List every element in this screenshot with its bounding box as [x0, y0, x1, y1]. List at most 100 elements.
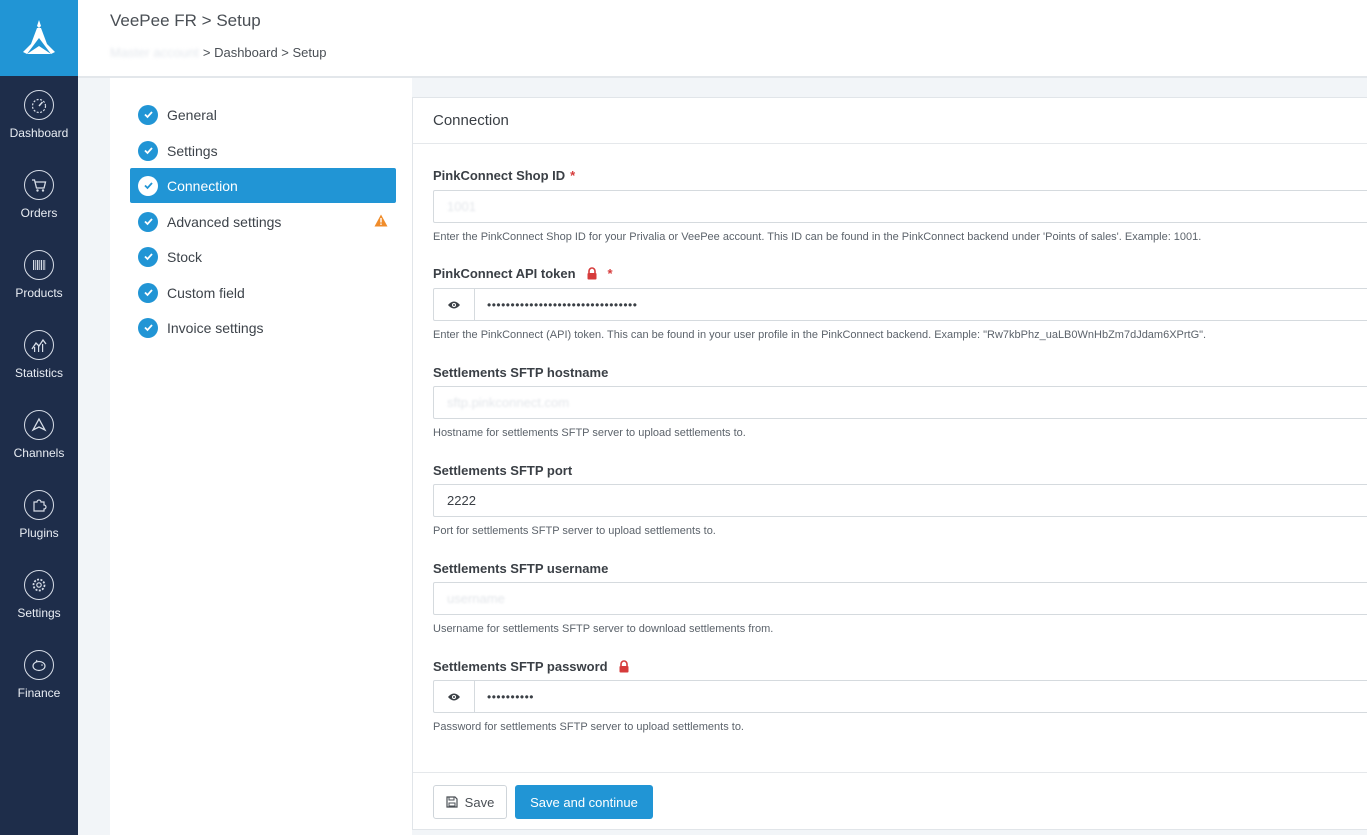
show-password-toggle[interactable]	[434, 681, 475, 712]
lock-icon	[586, 267, 598, 280]
shop-id-label: PinkConnect Shop ID *	[433, 168, 575, 183]
nav-dashboard[interactable]: Dashboard	[0, 76, 78, 156]
breadcrumb-account[interactable]: Master account	[110, 45, 199, 60]
nav-products[interactable]: Products	[0, 236, 78, 316]
shop-id-label-text: PinkConnect Shop ID	[433, 168, 566, 183]
setup-steps: General Settings Connection Advanced set…	[110, 78, 412, 835]
sftp-port-help: Port for settlements SFTP server to uplo…	[433, 525, 716, 537]
sftp-port-input[interactable]: 2222	[433, 484, 1367, 517]
step-label: Connection	[167, 177, 238, 194]
warning-icon	[374, 214, 388, 227]
channels-icon	[24, 410, 54, 440]
eye-icon	[448, 301, 460, 308]
sftp-username-label: Settlements SFTP username	[433, 561, 608, 576]
step-label: Custom field	[167, 284, 245, 301]
logo-icon	[23, 20, 55, 54]
shop-id-help: Enter the PinkConnect Shop ID for your P…	[433, 231, 1202, 243]
nav-label-dashboard: Dashboard	[9, 126, 69, 140]
check-icon	[138, 104, 158, 125]
cart-icon	[24, 170, 54, 200]
check-icon	[138, 317, 158, 338]
nav-label-finance: Finance	[17, 686, 61, 700]
nav-settings[interactable]: Settings	[0, 556, 78, 636]
sftp-username-input[interactable]: username	[433, 582, 1367, 615]
sftp-port-value: 2222	[447, 493, 476, 508]
step-stock[interactable]: Stock	[130, 239, 396, 274]
step-label: Settings	[167, 142, 218, 159]
breadcrumb: Master account > Dashboard > Setup	[110, 45, 326, 60]
check-icon	[138, 211, 158, 232]
sftp-password-value: ••••••••••	[487, 689, 535, 704]
nav-statistics[interactable]: Statistics	[0, 316, 78, 396]
step-invoice-settings[interactable]: Invoice settings	[130, 310, 396, 345]
breadcrumb-path[interactable]: > Dashboard > Setup	[203, 45, 327, 60]
step-label: General	[167, 106, 217, 123]
save-button-label: Save	[464, 794, 495, 810]
api-token-help: Enter the PinkConnect (API) token. This …	[433, 329, 1207, 341]
api-token-label: PinkConnect API token *	[433, 266, 613, 281]
sftp-port-label: Settlements SFTP port	[433, 463, 572, 478]
speedometer-icon	[24, 90, 54, 120]
piggy-bank-icon	[24, 650, 54, 680]
step-label: Invoice settings	[167, 319, 264, 336]
form-footer: Save Save and continue	[413, 772, 1367, 831]
api-token-input[interactable]: ••••••••••••••••••••••••••••••••	[433, 288, 1367, 321]
nav-label-orders: Orders	[20, 206, 58, 220]
show-password-toggle[interactable]	[434, 289, 475, 320]
step-settings[interactable]: Settings	[130, 133, 396, 168]
check-icon	[138, 140, 158, 161]
nav-label-settings: Settings	[17, 606, 61, 620]
sftp-password-label-text: Settlements SFTP password	[433, 659, 608, 674]
sftp-port-label-text: Settlements SFTP port	[433, 463, 573, 478]
main-nav: Dashboard Orders Products Statistics Cha…	[0, 0, 78, 835]
nav-label-plugins: Plugins	[19, 526, 59, 540]
page-title: VeePee FR > Setup	[110, 11, 261, 30]
sftp-username-label-text: Settlements SFTP username	[433, 561, 609, 576]
step-custom-field[interactable]: Custom field	[130, 275, 396, 310]
barcode-icon	[24, 250, 54, 280]
nav-plugins[interactable]: Plugins	[0, 476, 78, 556]
api-token-label-text: PinkConnect API token	[433, 266, 576, 281]
required-marker: *	[607, 266, 613, 281]
nav-orders[interactable]: Orders	[0, 156, 78, 236]
api-token-value: ••••••••••••••••••••••••••••••••	[487, 297, 638, 312]
nav-label-products: Products	[15, 286, 63, 300]
step-label: Stock	[167, 248, 203, 265]
connection-panel: Connection PinkConnect Shop ID * 1001 En…	[412, 97, 1367, 830]
sftp-password-input[interactable]: ••••••••••	[433, 680, 1367, 713]
step-advanced-settings[interactable]: Advanced settings	[130, 204, 396, 239]
sftp-hostname-label-text: Settlements SFTP hostname	[433, 365, 609, 380]
nav-label-statistics: Statistics	[14, 366, 63, 380]
eye-icon	[448, 693, 460, 700]
save-button[interactable]: Save	[433, 785, 507, 819]
puzzle-icon	[24, 490, 54, 520]
page-header: VeePee FR > Setup Master account > Dashb…	[78, 0, 1367, 78]
check-icon	[138, 282, 158, 303]
check-icon	[138, 246, 158, 267]
nav-finance[interactable]: Finance	[0, 636, 78, 716]
sftp-hostname-value: sftp.pinkconnect.com	[447, 395, 570, 410]
sftp-password-label: Settlements SFTP password	[433, 659, 630, 674]
panel-title: Connection	[413, 98, 1367, 144]
nav-label-channels: Channels	[13, 446, 65, 460]
required-marker: *	[570, 168, 576, 183]
shop-id-value: 1001	[447, 199, 476, 214]
logo[interactable]	[0, 0, 78, 76]
step-general[interactable]: General	[130, 97, 396, 132]
step-label: Advanced settings	[167, 213, 282, 230]
lock-icon	[618, 660, 630, 673]
floppy-disk-icon	[446, 796, 458, 808]
sftp-password-help: Password for settlements SFTP server to …	[433, 721, 744, 733]
sftp-hostname-input[interactable]: sftp.pinkconnect.com	[433, 386, 1367, 419]
nav-channels[interactable]: Channels	[0, 396, 78, 476]
shop-id-input[interactable]: 1001	[433, 190, 1367, 223]
save-and-continue-button[interactable]: Save and continue	[515, 785, 653, 819]
sftp-username-help: Username for settlements SFTP server to …	[433, 623, 774, 635]
chart-icon	[24, 330, 54, 360]
sftp-hostname-help: Hostname for settlements SFTP server to …	[433, 427, 746, 439]
sftp-hostname-label: Settlements SFTP hostname	[433, 365, 608, 380]
step-connection[interactable]: Connection	[130, 168, 396, 203]
sftp-username-value: username	[447, 591, 505, 606]
gear-icon	[24, 570, 54, 600]
check-icon	[138, 175, 158, 196]
